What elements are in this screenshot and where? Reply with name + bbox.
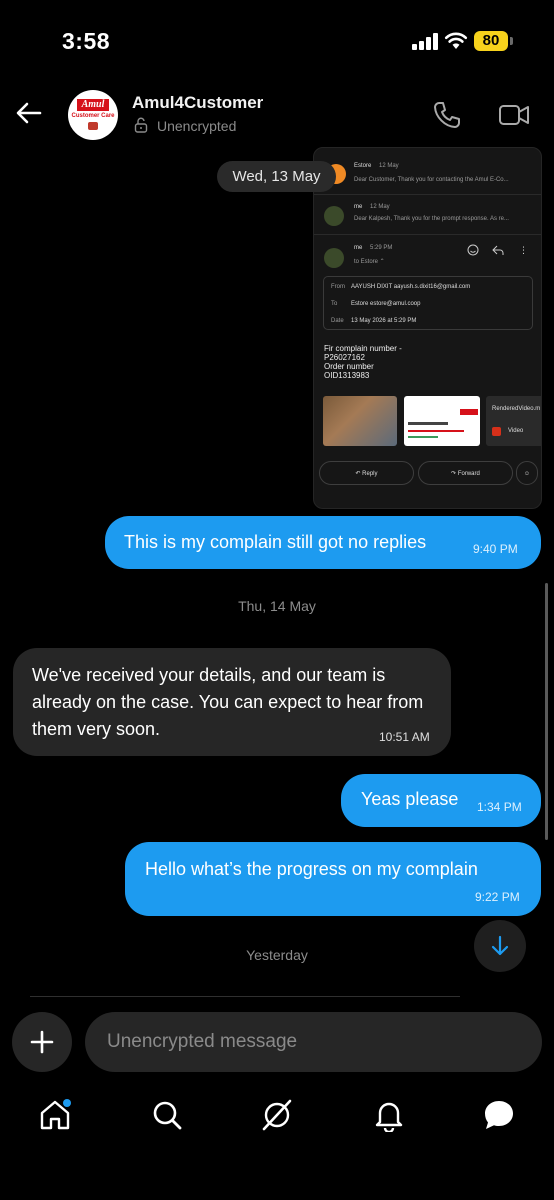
more-icon: ⋮ [519,245,528,255]
shared-email-screenshot[interactable]: Estore 12 May Dear Customer, Thank you f… [313,147,542,509]
add-attachment-button[interactable] [12,1012,72,1072]
battery-tip [510,37,513,45]
bell-icon[interactable] [372,1098,406,1132]
from-label: From [331,284,345,290]
signal-icon [412,32,438,50]
attachment-video: RenderedVideo.m Video [486,396,541,446]
message-text: Hello what’s the progress on my complain [145,859,478,879]
video-file-type: Video [508,428,524,434]
back-arrow-icon[interactable] [14,98,44,128]
date-value: 13 May 2026 at 5:29 PM [351,318,417,324]
message-bubble-outgoing[interactable]: This is my complain still got no replies… [105,516,541,569]
reply-icon [492,245,504,255]
message-bubble-outgoing[interactable]: Yeas please 1:34 PM [341,774,541,827]
to-value: Estore estore@amul.coop [351,301,421,307]
body-line: P26027162 [324,353,365,362]
message-time: 10:51 AM [379,730,430,744]
attachment-photo [323,396,397,446]
reply-button: ↶ Reply [319,461,414,485]
estore-date: 12 May [379,163,399,169]
amul-logo-mark [460,409,478,415]
search-icon[interactable] [150,1098,184,1132]
email-body: Fir complain number - P26027162 Order nu… [324,344,402,380]
me-date: 12 May [370,204,390,210]
encryption-status: Unencrypted [157,118,237,134]
message-bubble-incoming[interactable]: We've received your details, and our tea… [13,648,451,756]
video-file-name: RenderedVideo.m [492,406,541,412]
message-time: 9:40 PM [473,542,518,556]
date-separator: Yesterday [246,947,308,963]
wifi-icon [444,32,468,49]
me-avatar [324,206,344,226]
estore-sender: Estore [354,163,372,169]
home-icon[interactable] [38,1098,72,1132]
me-sender: me [354,204,363,210]
reply-label: Reply [362,471,378,477]
avatar-subtitle: Customer Care [71,113,115,119]
emoji-icon [467,244,479,256]
video-file-icon [492,427,501,436]
messages-icon[interactable] [482,1098,516,1132]
divider [314,194,541,195]
me-avatar [324,248,344,268]
divider [30,996,460,997]
attachment-screenshot [404,396,480,446]
message-bubble-outgoing[interactable]: Hello what’s the progress on my complain… [125,842,541,916]
date-label: Date [331,318,344,324]
text-line [408,422,448,425]
avatar-brand: Amul [77,99,109,111]
message-text: We've received your details, and our tea… [32,665,424,739]
to-line: to Estore ⌃ [354,259,385,265]
grok-icon[interactable] [260,1098,294,1132]
me-sender: me [354,245,363,251]
message-time: 1:34 PM [477,800,522,814]
text-line [408,436,438,438]
message-text: Yeas please [361,789,459,809]
estore-preview: Dear Customer, Thank you for contacting … [354,177,509,183]
scrollbar[interactable] [545,583,548,840]
body-line: Order number [324,362,374,371]
unlock-icon [134,117,148,133]
scroll-to-bottom-button[interactable] [474,920,526,972]
status-bar: 3:58 80 [0,0,554,80]
body-line: Fir complain number - [324,344,402,353]
phone-icon[interactable] [432,100,462,130]
chat-header: Amul Customer Care Amul4Customer Unencry… [0,80,554,150]
arrow-down-icon [491,935,509,956]
body-line: OID1313983 [324,371,370,380]
avatar-pot-icon [88,122,98,130]
plus-icon [30,1030,54,1054]
contact-name[interactable]: Amul4Customer [132,93,263,113]
bottom-tab-bar [0,1090,554,1150]
video-call-icon[interactable] [498,102,530,128]
status-time: 3:58 [62,28,111,54]
message-text: This is my complain still got no replies [124,532,427,552]
forward-label: Forward [457,471,480,477]
email-details-box: From AAYUSH DIXIT aayush.s.dixit16@gmail… [323,276,533,330]
message-input[interactable] [85,1012,542,1072]
from-value: AAYUSH DIXIT aayush.s.dixit16@gmail.com [351,284,471,290]
text-line [408,430,464,432]
divider [314,234,541,235]
emoji-icon: ☺ [516,461,538,485]
home-indicator-area [0,1150,554,1200]
avatar[interactable]: Amul Customer Care [68,90,118,140]
me-preview: Dear Kalpesh, Thank you for the prompt r… [354,216,509,222]
to-label: To [331,301,338,307]
battery-indicator: 80 [474,31,508,51]
floating-date-chip: Wed, 13 May [217,161,336,192]
message-time: 9:22 PM [475,890,520,904]
me-time: 5:29 PM [370,245,393,251]
forward-button: ↷ Forward [418,461,513,485]
date-separator: Thu, 14 May [238,598,316,614]
